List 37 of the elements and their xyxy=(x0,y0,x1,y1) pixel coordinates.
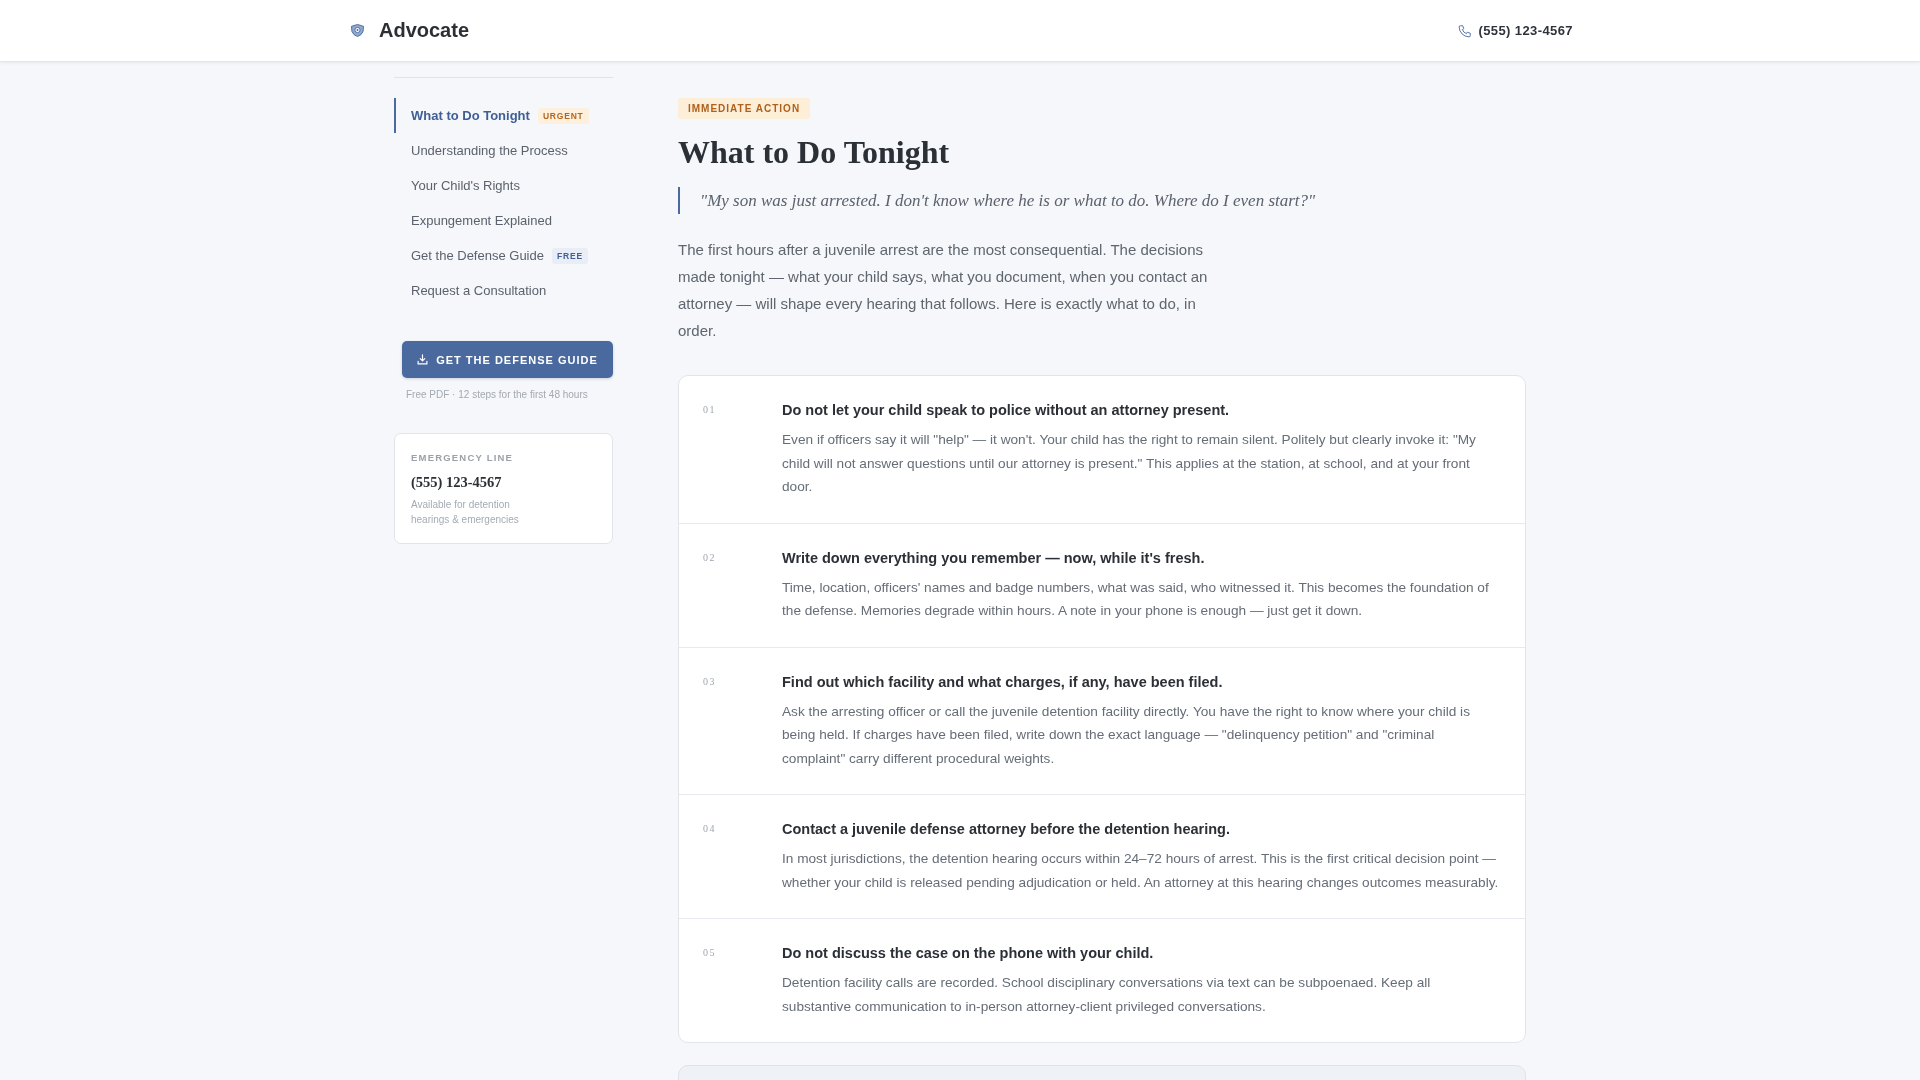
shield-logo-icon xyxy=(350,24,365,37)
step-body: Ask the arresting officer or call the juvenile detention facility directly. You have the right to know where your child is being held. If charges have been filed, write down the exact language — "delinquency petition" and "criminal complaint" carry different procedural weights. xyxy=(782,702,1471,768)
nav-link[interactable]: Request a Consultation xyxy=(394,273,613,308)
nav-link[interactable]: Your Child's Rights xyxy=(394,168,613,203)
step-body: In most jurisdictions, the detention hearing occurs within 24–72 hours of arrest. This is the first critical decision point — whether your child is released pending adjudication or held. An attorney at this hearing changes outcomes measurably. xyxy=(782,850,1500,892)
intro-paragraph: The first hours after a juvenile arrest are the most consequential. The decisions made tonight — what your child says, what you document, when you contact an attorney — will shape every hearing that follows. Here is exactly what to do, in order. xyxy=(678,240,1209,341)
emergency-phone: (555) 123-4567 xyxy=(411,473,503,491)
phone-icon xyxy=(1457,23,1472,38)
step-title: Write down everything you remember — now, while it's fresh. xyxy=(782,548,1206,568)
step-title: Contact a juvenile defense attorney before the detention hearing. xyxy=(782,820,1231,839)
step-number: 04 xyxy=(703,822,716,836)
guide-caption: Free PDF · 12 steps for the first 48 hours xyxy=(406,388,589,402)
emergency-note: Available for detention hearings & emergencies xyxy=(411,498,520,527)
step-body: Time, location, officers' names and badge numbers, what was said, who witnessed it. This becomes the foundation of the defense. Memories degrade within hours. A note in your phone is enough — just get it down. xyxy=(782,578,1490,620)
section-tag: IMMEDIATE ACTION xyxy=(678,98,811,119)
download-icon xyxy=(417,354,429,365)
step-title: Do not let your child speak to police without an attorney present. xyxy=(782,401,1231,420)
step-number: 01 xyxy=(703,403,716,417)
step-title: Find out which facility and what charges, if any, have been filed. xyxy=(782,672,1224,692)
emergency-label: EMERGENCY LINE xyxy=(411,452,515,464)
step-number: 02 xyxy=(703,550,716,565)
nav-link[interactable]: What to Do Tonight URGENT xyxy=(394,98,613,133)
pull-quote: "My son was just arrested. I don't know where he is or what to do. Where do I even start?" xyxy=(678,187,1526,214)
phone-link[interactable]: (555) 123-4567 xyxy=(1457,23,1573,38)
nav-badge: URGENT xyxy=(537,107,589,124)
nav-link[interactable]: Expungement Explained xyxy=(394,203,613,238)
step-number: 05 xyxy=(703,946,716,960)
nav-link[interactable]: Get the Defense Guide FREE xyxy=(394,238,613,273)
step-body: Detention facility calls are recorded. School disciplinary conversations via text can be subpoenaed. Keep all substantive communication to in-person attorney-client privileged conversations. xyxy=(782,974,1432,1016)
brand-name[interactable]: Advocate xyxy=(379,19,470,42)
page-title: What to Do Tonight xyxy=(678,133,951,171)
step-title: Do not discuss the case on the phone with your child. xyxy=(782,944,1155,963)
nav-link[interactable]: Understanding the Process xyxy=(394,133,613,168)
download-guide-button[interactable]: GET THE DEFENSE GUIDE xyxy=(402,341,613,378)
step-number: 03 xyxy=(703,674,716,689)
step-body: Even if officers say it will "help" — it won't. Your child has the right to remain silent. Politely but clearly invoke it: "My child will not answer questions until our attorney is present." This applies at the station, at school, and at your front door. xyxy=(782,431,1477,496)
nav-badge: FREE xyxy=(552,247,588,264)
